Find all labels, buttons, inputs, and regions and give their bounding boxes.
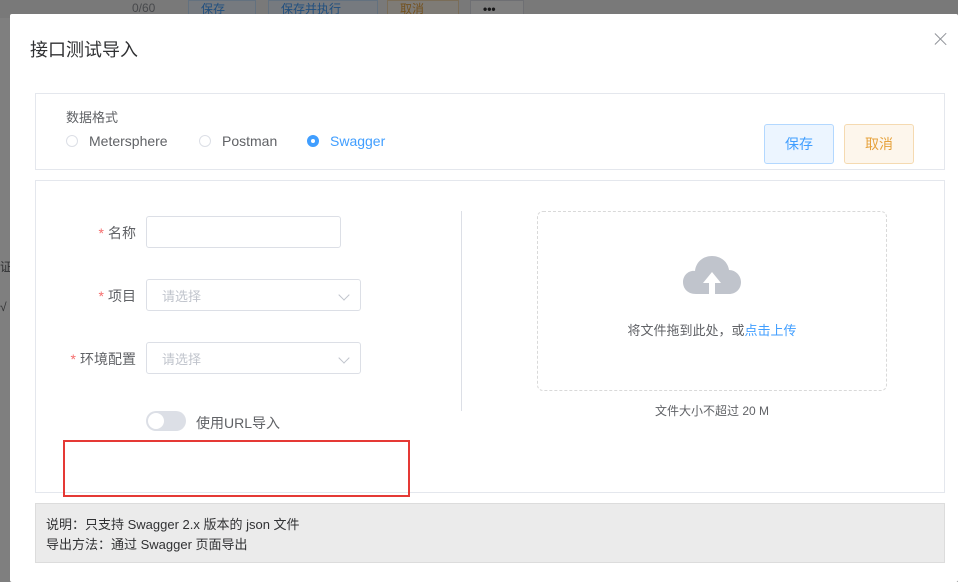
radio-postman[interactable]: Postman: [199, 132, 277, 150]
project-placeholder: 请选择: [162, 288, 202, 304]
toggle-knob: [148, 413, 164, 429]
url-import-toggle[interactable]: [146, 411, 186, 431]
upload-text: 将文件拖到此处，或点击上传: [627, 323, 797, 338]
required-marker: *: [98, 225, 104, 241]
radio-circle-icon[interactable]: [199, 135, 211, 147]
chevron-down-icon[interactable]: [338, 352, 350, 364]
radio-label: Swagger: [330, 133, 386, 149]
env-select[interactable]: 请选择: [146, 342, 361, 374]
name-input[interactable]: [146, 216, 341, 248]
close-icon[interactable]: [934, 32, 948, 46]
click-upload-link[interactable]: 点击上传: [745, 323, 797, 338]
radio-metersphere[interactable]: Metersphere: [66, 132, 168, 150]
note-box: 说明：只支持 Swagger 2.x 版本的 json 文件 导出方法：通过 S…: [35, 503, 945, 563]
radio-label: Metersphere: [89, 133, 168, 149]
import-dialog: 接口测试导入 数据格式 Metersphere Postman Swagger …: [10, 14, 958, 582]
upload-tip: 文件大小不超过 20 M: [654, 404, 769, 418]
chevron-down-icon[interactable]: [338, 289, 350, 301]
format-card: 数据格式 Metersphere Postman Swagger 保存 取消: [35, 93, 945, 170]
radio-checked-icon[interactable]: [307, 135, 319, 147]
env-placeholder: 请选择: [162, 351, 202, 367]
project-label: * 项目: [98, 288, 136, 304]
required-marker: *: [70, 351, 76, 367]
cloud-upload-icon: [683, 256, 741, 298]
name-label: * 名称: [98, 225, 136, 241]
cancel-button[interactable]: 取消: [844, 124, 914, 164]
radio-label: Postman: [222, 133, 278, 149]
upload-dropzone[interactable]: 将文件拖到此处，或点击上传: [537, 211, 887, 391]
env-label: * 环境配置: [70, 351, 136, 367]
url-import-label: 使用URL导入: [196, 415, 281, 431]
required-marker: *: [98, 288, 104, 304]
vertical-divider: [461, 211, 462, 411]
radio-swagger[interactable]: Swagger: [307, 132, 385, 150]
format-label: 数据格式: [66, 110, 119, 125]
save-button[interactable]: 保存: [764, 124, 834, 164]
note-line-1: 说明：只支持 Swagger 2.x 版本的 json 文件: [46, 517, 300, 532]
project-select[interactable]: 请选择: [146, 279, 361, 311]
dialog-title: 接口测试导入: [30, 40, 138, 60]
note-line-2: 导出方法：通过 Swagger 页面导出: [46, 537, 248, 552]
highlight-box: [63, 440, 410, 497]
radio-circle-icon[interactable]: [66, 135, 78, 147]
